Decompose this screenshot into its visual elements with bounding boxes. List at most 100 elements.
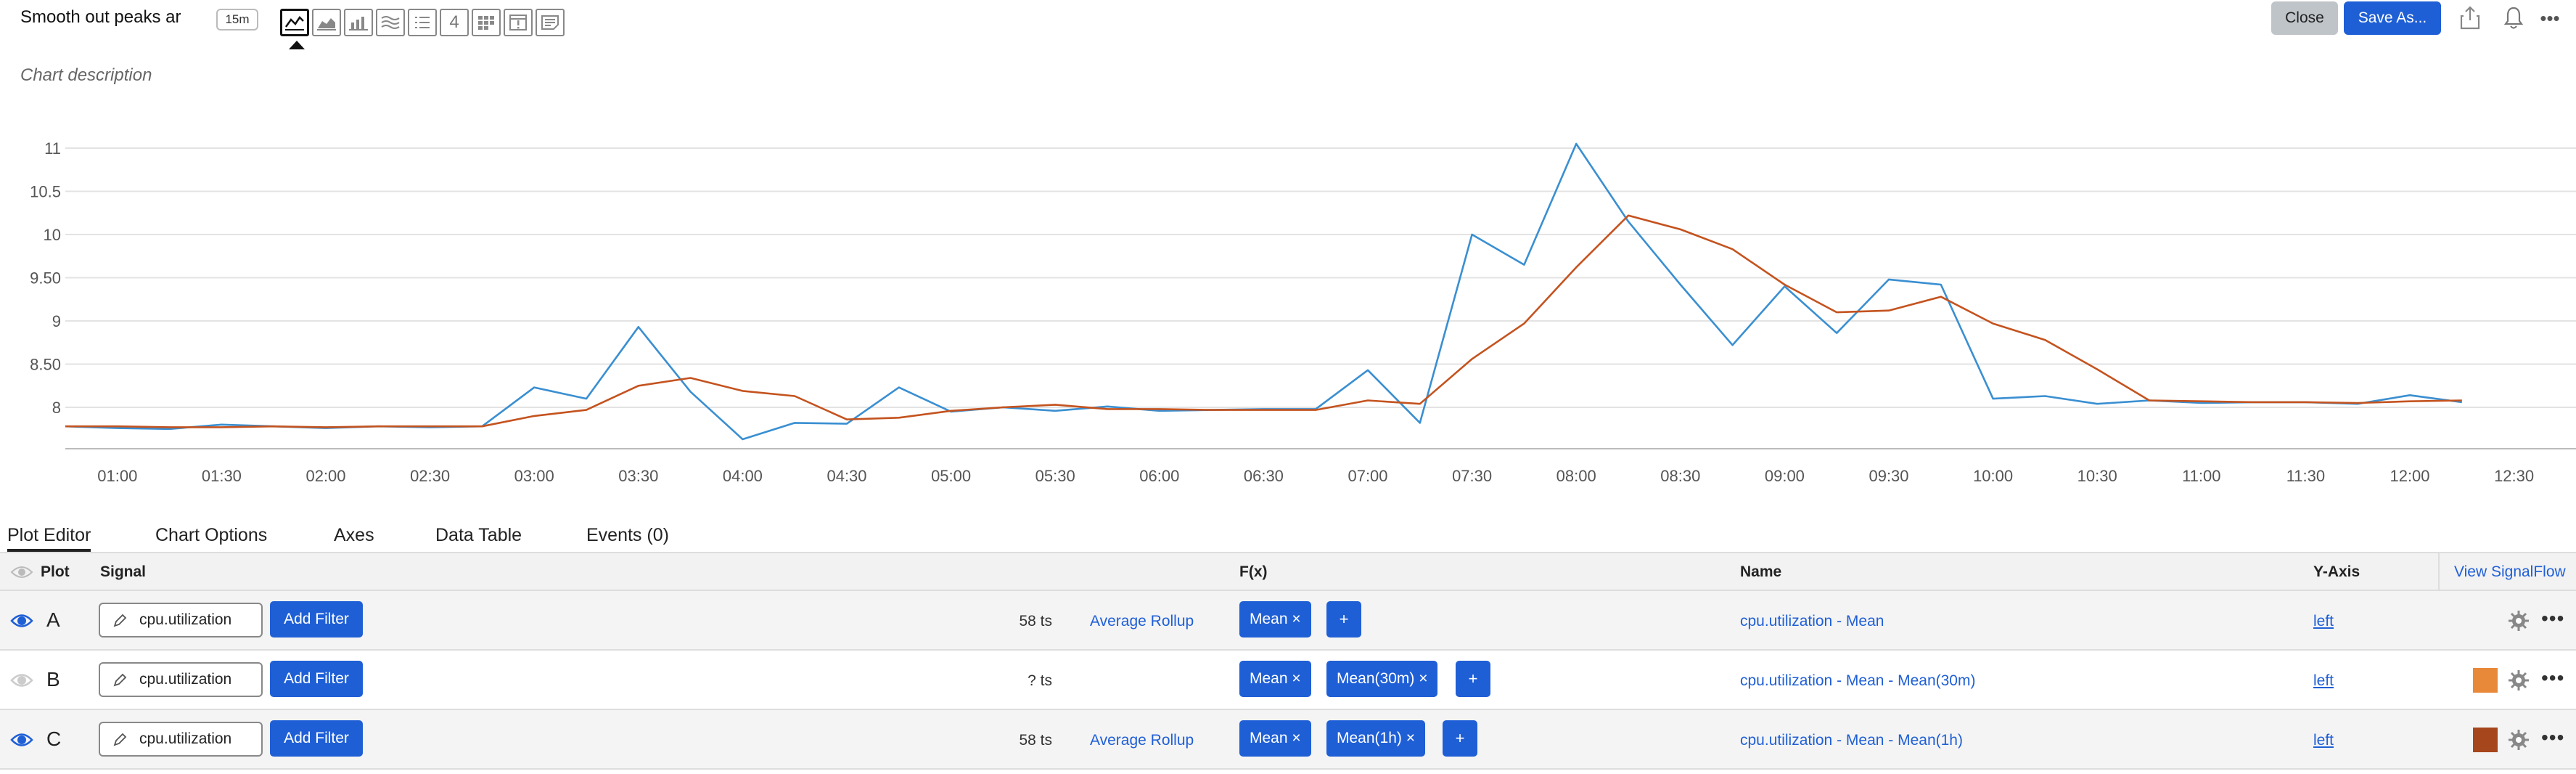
event-feed-icon[interactable] — [504, 9, 533, 36]
more-icon[interactable]: ••• — [2537, 4, 2563, 32]
add-filter-button[interactable]: Add Filter — [270, 661, 363, 697]
save-as-button[interactable]: Save As... — [2344, 1, 2441, 35]
x-tick-label: 08:30 — [1660, 467, 1700, 485]
signal-value: cpu.utilization — [139, 611, 232, 628]
fx-mean-chip[interactable]: Mean × — [1239, 661, 1311, 697]
add-fx-button[interactable]: + — [1456, 661, 1490, 697]
plot-name[interactable]: cpu.utilization - Mean - Mean(1h) — [1740, 732, 1963, 749]
signal-column-header: Signal — [100, 563, 147, 580]
eye-hidden-icon[interactable] — [10, 671, 33, 690]
list-icon[interactable] — [408, 9, 437, 36]
single-value-glyph: 4 — [449, 12, 459, 32]
x-tick-label: 10:00 — [1973, 467, 2013, 485]
x-tick-label: 07:00 — [1348, 467, 1387, 485]
pencil-icon — [113, 673, 127, 687]
x-tick-label: 01:00 — [97, 467, 137, 485]
time-range-badge[interactable]: 15m — [216, 9, 258, 30]
gear-icon[interactable] — [2506, 728, 2531, 752]
signal-input[interactable]: cpu.utilization — [99, 603, 263, 637]
eye-icon[interactable] — [10, 563, 33, 581]
row-more-icon[interactable]: ••• — [2541, 726, 2564, 749]
signal-input[interactable]: cpu.utilization — [99, 662, 263, 697]
color-swatch[interactable] — [2473, 728, 2498, 752]
histogram-icon[interactable] — [376, 9, 405, 36]
x-tick-label: 11:30 — [2286, 467, 2325, 485]
x-tick-label: 05:00 — [931, 467, 971, 485]
close-button[interactable]: Close — [2271, 1, 2338, 35]
x-tick-label: 12:00 — [2390, 467, 2429, 485]
signal-input[interactable]: cpu.utilization — [99, 722, 263, 757]
active-type-caret — [289, 41, 305, 49]
x-tick-label: 05:30 — [1035, 467, 1075, 485]
view-signalflow-link[interactable]: View SignalFlow — [2438, 553, 2576, 591]
add-fx-button[interactable]: + — [1443, 720, 1477, 757]
tab-events[interactable]: Events (0) — [586, 518, 669, 552]
x-tick-label: 08:00 — [1556, 467, 1596, 485]
tab-axes[interactable]: Axes — [334, 518, 374, 552]
x-tick-label: 02:30 — [410, 467, 450, 485]
share-icon[interactable] — [2457, 4, 2483, 32]
row-more-icon[interactable]: ••• — [2541, 607, 2564, 630]
rollup-link[interactable]: Average Rollup — [1090, 732, 1194, 749]
yaxis-column-header: Y-Axis — [2313, 563, 2360, 580]
x-tick-label: 06:30 — [1244, 467, 1284, 485]
plot-row-a: A cpu.utilization Add Filter 58 ts Avera… — [0, 591, 2576, 651]
x-tick-label: 10:30 — [2077, 467, 2117, 485]
yaxis-link[interactable]: left — [2313, 613, 2334, 630]
editor-tabs: Plot Editor Chart Options Axes Data Tabl… — [0, 513, 2576, 553]
series-line-1 — [65, 142, 2462, 441]
plot-letter: B — [46, 668, 60, 691]
tab-plot-editor[interactable]: Plot Editor — [7, 518, 91, 552]
chart-title-input[interactable]: Smooth out peaks ar — [20, 3, 192, 32]
yaxis-link[interactable]: left — [2313, 732, 2334, 749]
x-tick-label: 03:30 — [618, 467, 658, 485]
x-tick-label: 02:00 — [305, 467, 345, 485]
plot-row-c: C cpu.utilization Add Filter 58 ts Avera… — [0, 710, 2576, 770]
y-tick-label: 8.50 — [30, 356, 61, 374]
add-filter-button[interactable]: Add Filter — [270, 601, 363, 637]
gear-icon[interactable] — [2506, 668, 2531, 693]
plot-name[interactable]: cpu.utilization - Mean — [1740, 613, 1884, 630]
eye-icon[interactable] — [10, 730, 33, 749]
plot-letter: A — [46, 608, 60, 631]
add-fx-button[interactable]: + — [1326, 601, 1361, 637]
column-chart-icon[interactable] — [344, 9, 373, 36]
single-value-icon[interactable]: 4 — [440, 9, 469, 36]
rollup-link[interactable]: Average Rollup — [1090, 613, 1194, 630]
ts-count: ? ts — [1027, 672, 1052, 689]
x-tick-label: 07:30 — [1452, 467, 1492, 485]
x-tick-label: 12:30 — [2494, 467, 2534, 485]
chart-description[interactable]: Chart description — [20, 65, 152, 86]
fx-mean-chip[interactable]: Mean × — [1239, 720, 1311, 757]
heatmap-icon[interactable] — [472, 9, 501, 36]
x-tick-label: 11:00 — [2182, 467, 2220, 485]
eye-icon[interactable] — [10, 611, 33, 630]
gear-icon[interactable] — [2506, 608, 2531, 633]
fx-mean1h-chip[interactable]: Mean(1h) × — [1326, 720, 1425, 757]
y-tick-label: 10 — [44, 226, 61, 244]
line-chart-icon[interactable] — [280, 9, 309, 36]
line-chart: 8 8.50 9 9.50 10 10.5 11 01:00 01:30 02:00 02:30 03… — [30, 139, 2576, 485]
plot-name[interactable]: cpu.utilization - Mean - Mean(30m) — [1740, 672, 1975, 690]
chart-type-selector: 4 — [280, 9, 565, 38]
tab-data-table[interactable]: Data Table — [435, 518, 522, 552]
plot-letter: C — [46, 728, 62, 750]
signal-value: cpu.utilization — [139, 671, 232, 688]
x-tick-label: 01:30 — [202, 467, 242, 485]
fx-column-header: F(x) — [1239, 563, 1268, 580]
chart-toolbar: Smooth out peaks ar 15m 4 Close Save As.… — [0, 0, 2576, 49]
add-filter-button[interactable]: Add Filter — [270, 720, 363, 757]
row-more-icon[interactable]: ••• — [2541, 667, 2564, 690]
x-tick-label: 09:00 — [1765, 467, 1805, 485]
bell-icon[interactable] — [2501, 4, 2527, 32]
text-note-icon[interactable] — [536, 9, 565, 36]
yaxis-link[interactable]: left — [2313, 672, 2334, 690]
ts-count: 58 ts — [1019, 613, 1052, 630]
tab-chart-options[interactable]: Chart Options — [155, 518, 267, 552]
color-swatch[interactable] — [2473, 668, 2498, 693]
fx-mean30m-chip[interactable]: Mean(30m) × — [1326, 661, 1438, 697]
area-chart-icon[interactable] — [312, 9, 341, 36]
fx-mean-chip[interactable]: Mean × — [1239, 601, 1311, 637]
y-tick-label: 10.5 — [30, 183, 61, 201]
name-column-header: Name — [1740, 563, 1782, 580]
